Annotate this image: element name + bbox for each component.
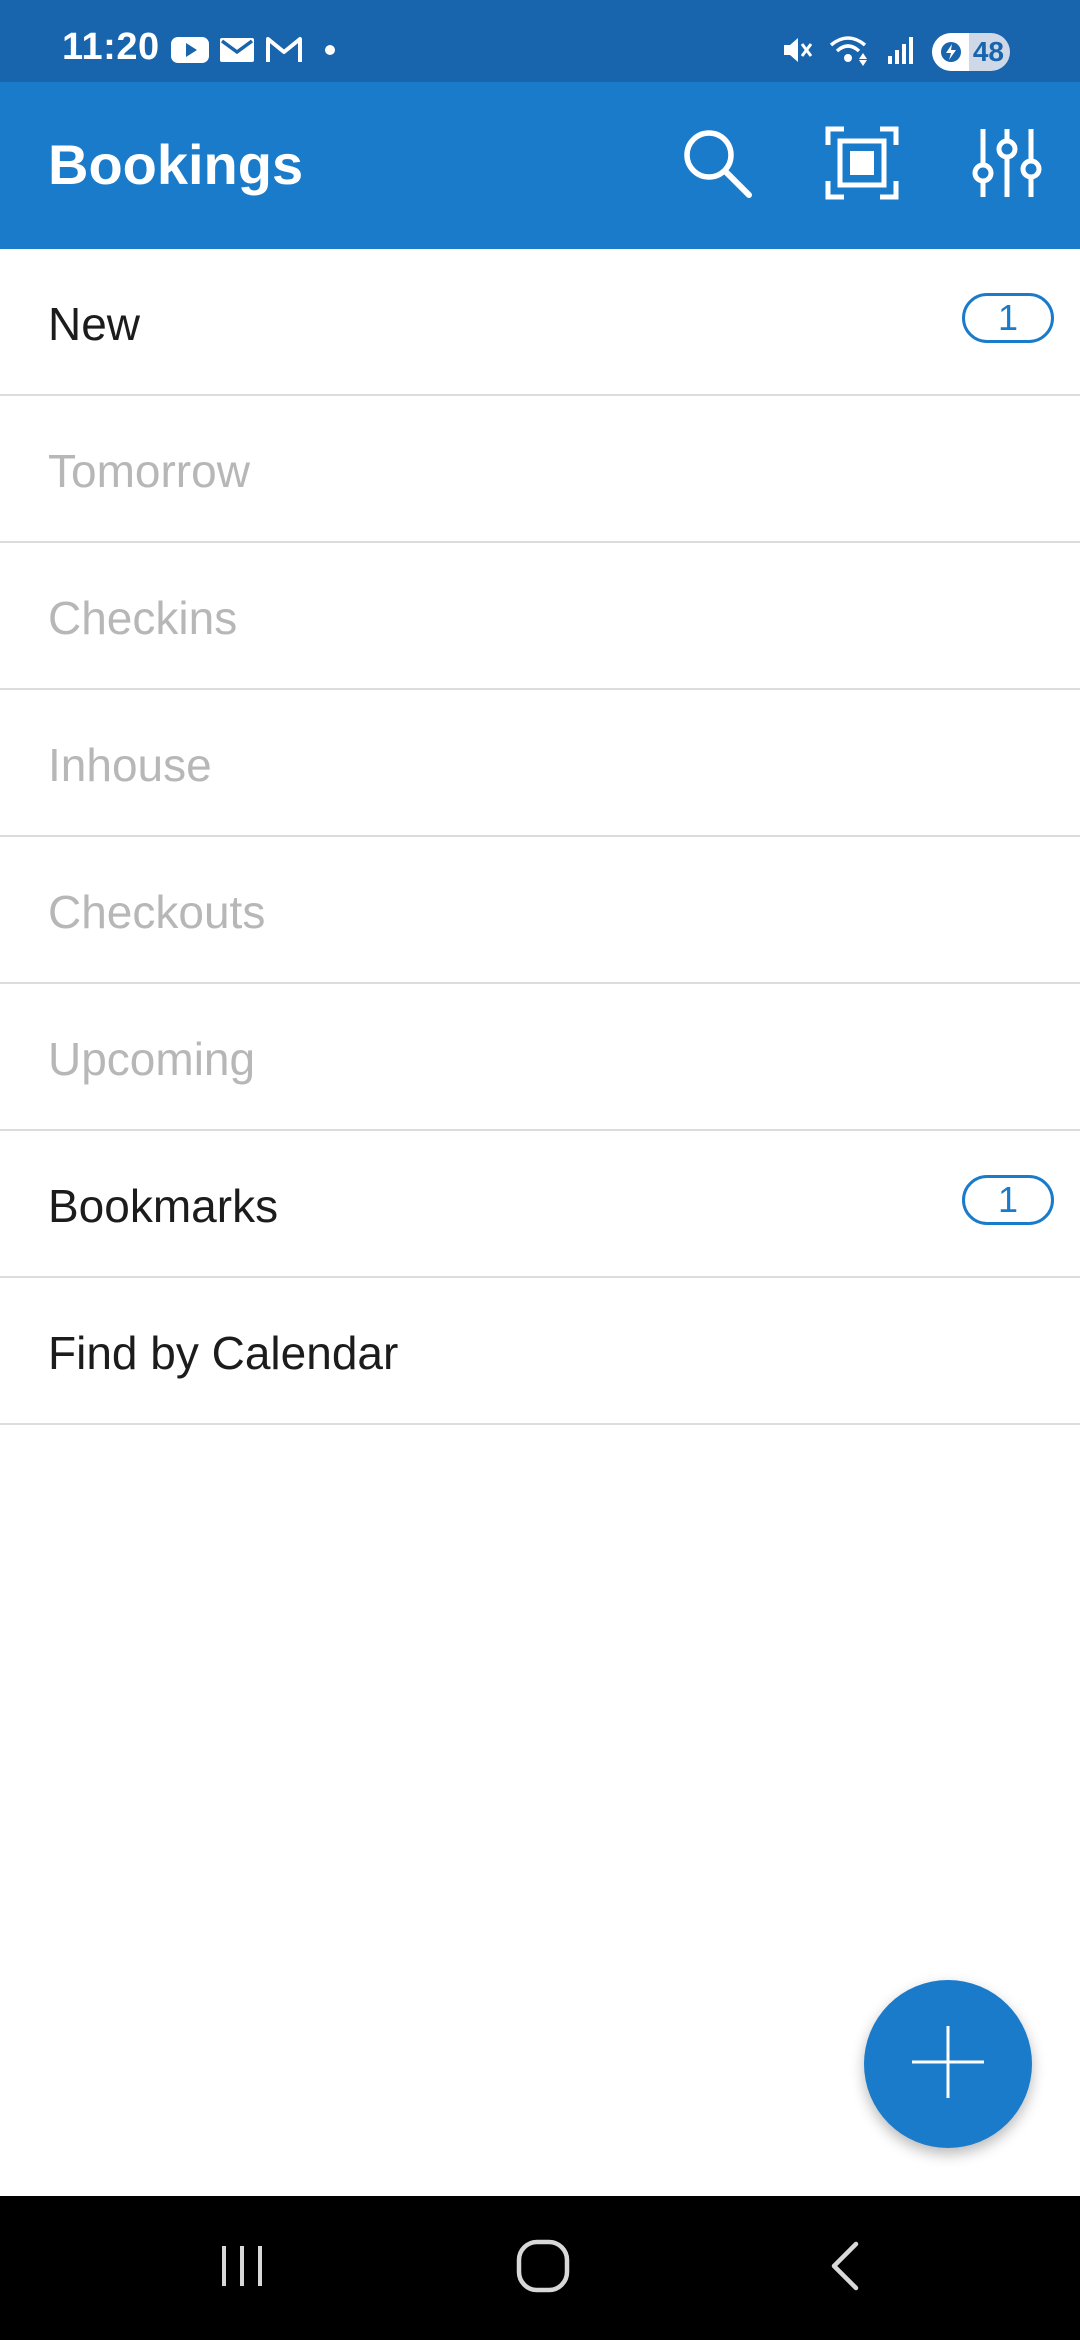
home-button[interactable] [503, 2232, 583, 2304]
list-item-label: Checkins [48, 592, 238, 644]
back-icon [818, 2238, 874, 2299]
search-icon [679, 125, 755, 206]
status-bar: 11:20 48 [0, 0, 1080, 82]
wifi-icon [828, 33, 872, 72]
list-item-tomorrow[interactable]: Tomorrow [0, 396, 1080, 543]
home-icon [513, 2236, 573, 2301]
list-item-label: Checkouts [48, 886, 266, 938]
list-item-label: Inhouse [48, 739, 212, 791]
notification-icons [170, 32, 342, 72]
filter-button[interactable] [964, 122, 1050, 208]
count-badge: 1 [962, 1175, 1054, 1225]
recents-icon [214, 2238, 270, 2299]
search-button[interactable] [674, 122, 760, 208]
bookings-screen: 11:20 48 Bookings New 1 Tomorrow Checkin… [0, 0, 1080, 2340]
plus-icon [908, 2022, 988, 2107]
list-item-upcoming[interactable]: Upcoming [0, 984, 1080, 1131]
list-item-label: Tomorrow [48, 445, 250, 497]
list-item-label: Upcoming [48, 1033, 256, 1085]
signal-icon [886, 34, 918, 71]
battery-level: 48 [972, 36, 1004, 67]
scan-button[interactable] [819, 122, 905, 208]
system-icons: 48 [780, 30, 1010, 74]
youtube-icon [170, 35, 210, 70]
battery-icon: 48 [932, 33, 1010, 71]
list-item-checkouts[interactable]: Checkouts [0, 837, 1080, 984]
add-booking-button[interactable] [864, 1980, 1032, 2148]
system-nav-bar [0, 2196, 1080, 2340]
list-item-label: Bookmarks [48, 1180, 279, 1232]
scan-icon [824, 125, 900, 206]
gmail-icon [218, 35, 256, 70]
list-item-checkins[interactable]: Checkins [0, 543, 1080, 690]
list-item-inhouse[interactable]: Inhouse [0, 690, 1080, 837]
list-item-find-by-calendar[interactable]: Find by Calendar [0, 1278, 1080, 1425]
app-bar: Bookings [0, 82, 1080, 249]
list-item-new[interactable]: New 1 [0, 249, 1080, 396]
bookings-list: New 1 Tomorrow Checkins Inhouse Checkout… [0, 249, 1080, 1425]
mute-icon [780, 33, 814, 72]
back-button[interactable] [806, 2232, 886, 2304]
list-item-bookmarks[interactable]: Bookmarks 1 [0, 1131, 1080, 1278]
count-badge: 1 [962, 293, 1054, 343]
recents-button[interactable] [202, 2232, 282, 2304]
filter-sliders-icon [969, 125, 1045, 206]
gmail-outline-icon [264, 35, 304, 70]
page-title: Bookings [48, 133, 304, 196]
status-time: 11:20 [62, 26, 160, 68]
dot-icon [312, 35, 342, 70]
list-item-label: Find by Calendar [48, 1327, 399, 1379]
charging-bolt-icon [940, 40, 962, 69]
list-item-label: New [48, 298, 141, 350]
